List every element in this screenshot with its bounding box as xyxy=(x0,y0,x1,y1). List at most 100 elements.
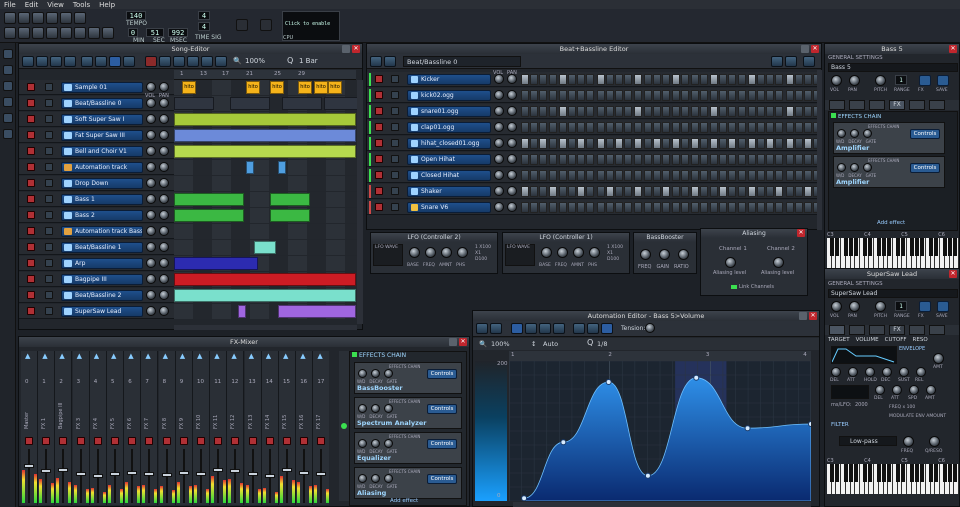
bassbooster-freq-knob[interactable] xyxy=(640,249,651,260)
send-arrow-icon[interactable]: ▲ xyxy=(94,353,102,360)
step-button[interactable] xyxy=(775,154,784,165)
track-solo-button[interactable] xyxy=(45,147,53,155)
lfo-base-knob[interactable] xyxy=(541,247,552,258)
track-mute-button[interactable] xyxy=(27,115,35,123)
track-mute-button[interactable] xyxy=(27,307,35,315)
envelope-knob[interactable] xyxy=(831,367,841,377)
step-button[interactable] xyxy=(710,90,718,101)
lfo-phase-knob[interactable] xyxy=(589,247,600,258)
piano-black-key[interactable] xyxy=(882,464,887,482)
send-arrow-icon[interactable]: ▲ xyxy=(249,353,257,360)
step-button[interactable] xyxy=(530,74,539,85)
step-button[interactable] xyxy=(747,122,756,133)
step-button[interactable] xyxy=(728,186,737,197)
step-button[interactable] xyxy=(747,74,756,85)
mixer-channel-strip[interactable]: ▲ 14 FX 14 xyxy=(261,351,279,505)
step-button[interactable] xyxy=(710,106,718,117)
tab-fx[interactable]: FX xyxy=(889,325,905,335)
send-arrow-icon[interactable]: ▲ xyxy=(197,353,205,360)
lfo-freq-knob[interactable] xyxy=(425,247,436,258)
decay-knob[interactable] xyxy=(371,369,380,378)
track-volume-knob[interactable] xyxy=(494,122,504,132)
instrument-pan-knob[interactable] xyxy=(849,75,860,86)
piano-black-key[interactable] xyxy=(830,464,835,482)
channel-fader-handle[interactable] xyxy=(264,474,275,478)
track-name-button[interactable]: Sample 01 xyxy=(61,82,143,93)
track-pan-knob[interactable] xyxy=(159,162,169,172)
track-name-button[interactable]: hihat_closed01.ogg xyxy=(407,138,491,149)
step-button[interactable] xyxy=(662,122,670,133)
step-button[interactable] xyxy=(794,106,803,117)
step-button[interactable] xyxy=(539,154,548,165)
step-button[interactable] xyxy=(710,170,718,181)
step-button[interactable] xyxy=(521,170,529,181)
channel-fader-handle[interactable] xyxy=(230,469,241,473)
menu-view[interactable]: View xyxy=(47,1,64,9)
track-pan-knob[interactable] xyxy=(159,130,169,140)
step-button[interactable] xyxy=(577,154,586,165)
step-button[interactable] xyxy=(568,186,576,197)
track-volume-knob[interactable] xyxy=(494,202,504,212)
lfo-knob[interactable] xyxy=(909,385,919,395)
step-button[interactable] xyxy=(766,202,775,213)
timesig-denominator[interactable]: 4 xyxy=(198,22,210,31)
track-pan-knob[interactable] xyxy=(507,186,517,196)
decay-knob[interactable] xyxy=(371,404,380,413)
timesig-numerator[interactable]: 4 xyxy=(198,11,210,20)
automation-point[interactable] xyxy=(808,421,812,427)
channel-mute-button[interactable] xyxy=(25,437,33,445)
bassbooster-ratio-knob[interactable] xyxy=(678,249,689,260)
track-solo-button[interactable] xyxy=(45,211,53,219)
tension-knob[interactable] xyxy=(645,323,655,333)
step-button[interactable] xyxy=(624,122,633,133)
step-button[interactable] xyxy=(672,154,681,165)
track-pattern-area[interactable] xyxy=(174,272,357,287)
step-button[interactable] xyxy=(785,170,794,181)
step-button[interactable] xyxy=(530,138,539,149)
step-button[interactable] xyxy=(643,90,652,101)
step-button[interactable] xyxy=(530,202,539,213)
step-button[interactable] xyxy=(634,186,643,197)
step-button[interactable] xyxy=(747,90,756,101)
track-clip[interactable] xyxy=(174,289,356,302)
effect-slot[interactable]: EFFECTS CHAIN W/D DECAY GATE Controls Equaliz… xyxy=(354,432,462,464)
step-button[interactable] xyxy=(794,202,803,213)
step-button[interactable] xyxy=(699,74,708,85)
step-button[interactable] xyxy=(539,170,548,181)
track-name-button[interactable]: Kicker xyxy=(407,74,491,85)
piano-black-key[interactable] xyxy=(849,238,854,256)
track-name-button[interactable]: clap01.ogg xyxy=(407,122,491,133)
draw-mode-icon[interactable] xyxy=(109,56,121,67)
step-button[interactable] xyxy=(699,106,708,117)
automation-point[interactable] xyxy=(693,374,700,381)
track-pan-knob[interactable] xyxy=(507,122,517,132)
step-button[interactable] xyxy=(785,106,794,117)
step-button[interactable] xyxy=(699,170,708,181)
step-button[interactable] xyxy=(699,90,708,101)
step-button[interactable] xyxy=(643,122,652,133)
maximize-button[interactable] xyxy=(342,45,350,53)
step-button[interactable] xyxy=(530,186,539,197)
track-solo-button[interactable] xyxy=(391,75,399,83)
step-button[interactable] xyxy=(785,74,794,85)
step-button[interactable] xyxy=(794,90,803,101)
sample-clip[interactable]: hito xyxy=(270,81,284,94)
track-name-button[interactable]: Bell and Choir V1 xyxy=(61,146,143,157)
step-button[interactable] xyxy=(615,106,623,117)
track-volume-knob[interactable] xyxy=(146,306,156,316)
zoom-value[interactable]: 100% xyxy=(245,57,265,65)
instrument-pitch-knob[interactable] xyxy=(875,301,886,312)
step-button[interactable] xyxy=(785,122,794,133)
play-icon[interactable] xyxy=(370,56,382,67)
send-arrow-icon[interactable]: ▲ xyxy=(214,353,222,360)
track-mute-button[interactable] xyxy=(375,187,383,195)
track-mute-button[interactable] xyxy=(27,291,35,299)
track-solo-button[interactable] xyxy=(45,307,53,315)
step-button[interactable] xyxy=(794,170,803,181)
step-button[interactable] xyxy=(690,154,699,165)
send-arrow-icon[interactable]: ▲ xyxy=(317,353,325,360)
channel-mute-button[interactable] xyxy=(93,437,102,445)
step-button[interactable] xyxy=(539,106,548,117)
lfo-knob[interactable] xyxy=(926,385,936,395)
play-position-icon[interactable] xyxy=(201,56,213,67)
